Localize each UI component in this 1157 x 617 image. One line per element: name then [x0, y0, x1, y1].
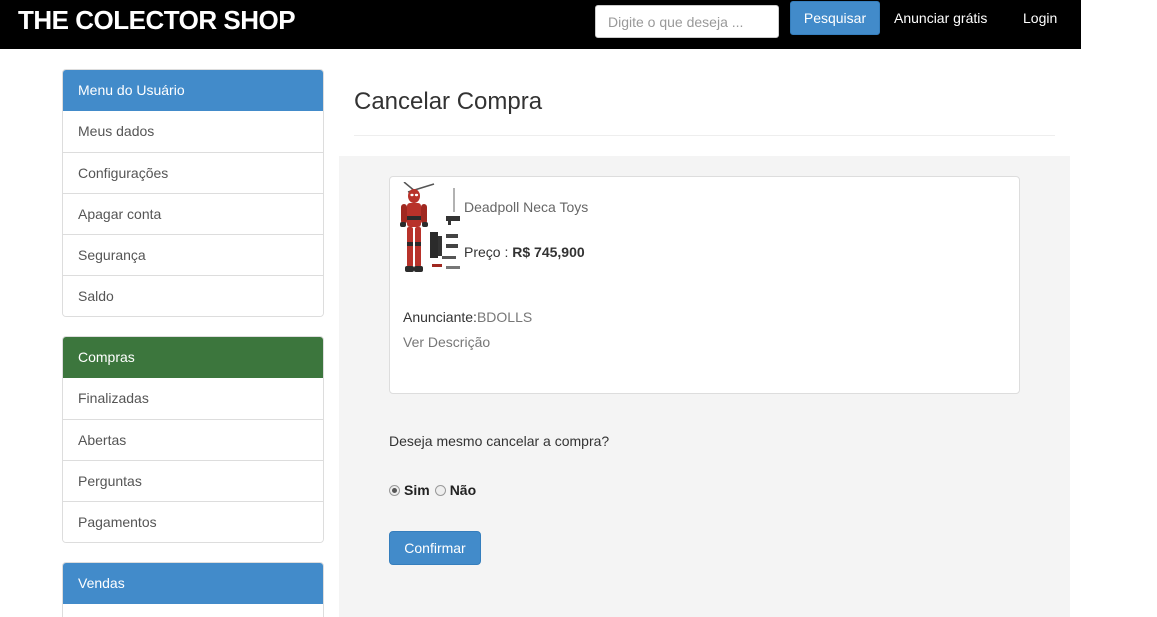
radio-sim-label[interactable]: Sim — [404, 482, 430, 498]
confirm-button[interactable]: Confirmar — [389, 531, 481, 565]
action-figure-image[interactable] — [394, 182, 464, 278]
cancel-question: Deseja mesmo cancelar a compra? — [389, 433, 610, 449]
product-price: Preço : R$ 745,900 — [464, 244, 585, 260]
sidebar-item-configuracoes[interactable]: Configurações — [63, 152, 323, 193]
title-divider — [354, 135, 1055, 136]
radio-sim[interactable] — [389, 484, 400, 496]
search-button[interactable]: Pesquisar — [790, 1, 880, 35]
page-title: Cancelar Compra — [354, 88, 543, 115]
view-description-link[interactable]: Ver Descrição — [403, 334, 490, 350]
cancel-options: Sim Não — [389, 482, 481, 498]
sidebar-item-meus-dados[interactable]: Meus dados — [63, 111, 323, 152]
price-value: R$ 745,900 — [512, 244, 585, 260]
sidebar-item-seguranca[interactable]: Segurança — [63, 234, 323, 275]
user-menu-heading: Menu do Usuário — [63, 70, 323, 111]
price-label: Preço : — [464, 244, 513, 260]
seller-name-link[interactable]: BDOLLS — [477, 309, 532, 325]
seller-info: Anunciante:BDOLLS — [403, 309, 532, 325]
login-link[interactable]: Login — [1023, 10, 1057, 26]
advertise-free-link[interactable]: Anunciar grátis — [894, 10, 987, 26]
sidebar-item-finalizadas[interactable]: Finalizadas — [63, 378, 323, 419]
seller-label: Anunciante: — [403, 309, 477, 325]
sidebar-item-pagamentos[interactable]: Pagamentos — [63, 501, 323, 542]
purchases-heading: Compras — [63, 337, 323, 378]
sales-heading: Vendas — [63, 563, 323, 604]
sidebar-item-saldo[interactable]: Saldo — [63, 275, 323, 316]
product-name[interactable]: Deadpoll Neca Toys — [464, 199, 588, 215]
radio-nao-label[interactable]: Não — [450, 482, 476, 498]
user-menu-panel: Menu do Usuário Meus dados Configurações… — [62, 69, 324, 317]
sales-panel: Vendas — [62, 562, 324, 617]
sidebar-item-apagar-conta[interactable]: Apagar conta — [63, 193, 323, 234]
brand-logo[interactable]: THE COLECTOR SHOP — [18, 5, 296, 36]
top-navbar: THE COLECTOR SHOP Pesquisar Anunciar grá… — [0, 0, 1081, 49]
purchases-panel: Compras Finalizadas Abertas Perguntas Pa… — [62, 336, 324, 543]
search-input[interactable] — [595, 5, 779, 38]
radio-nao[interactable] — [434, 484, 446, 496]
sidebar-item-perguntas[interactable]: Perguntas — [63, 460, 323, 501]
sidebar-item-abertas[interactable]: Abertas — [63, 419, 323, 460]
